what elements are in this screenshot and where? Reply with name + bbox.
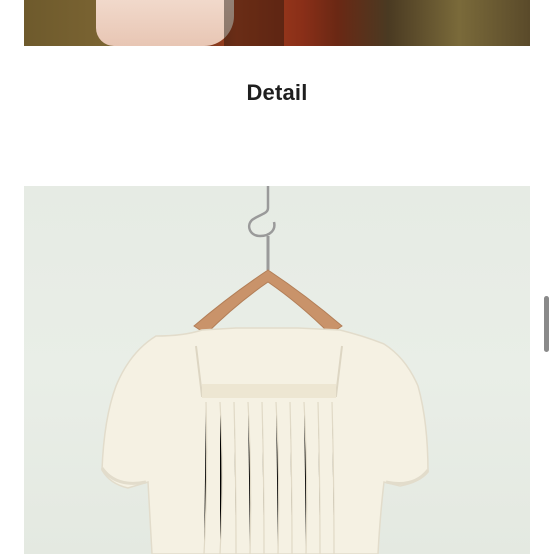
- photo-subject: [96, 0, 234, 46]
- blouse-on-hanger-image: [100, 186, 430, 554]
- blouse-body: [101, 327, 429, 554]
- scrollbar-thumb[interactable]: [544, 296, 549, 352]
- product-photo-detail: [24, 186, 530, 554]
- wooden-hanger: [193, 269, 343, 335]
- hanger-hook: [248, 186, 276, 238]
- ruffle-trim: [202, 384, 336, 398]
- section-title: Detail: [246, 80, 308, 105]
- photo-shadow: [224, 0, 284, 46]
- product-photo-top: [24, 0, 530, 46]
